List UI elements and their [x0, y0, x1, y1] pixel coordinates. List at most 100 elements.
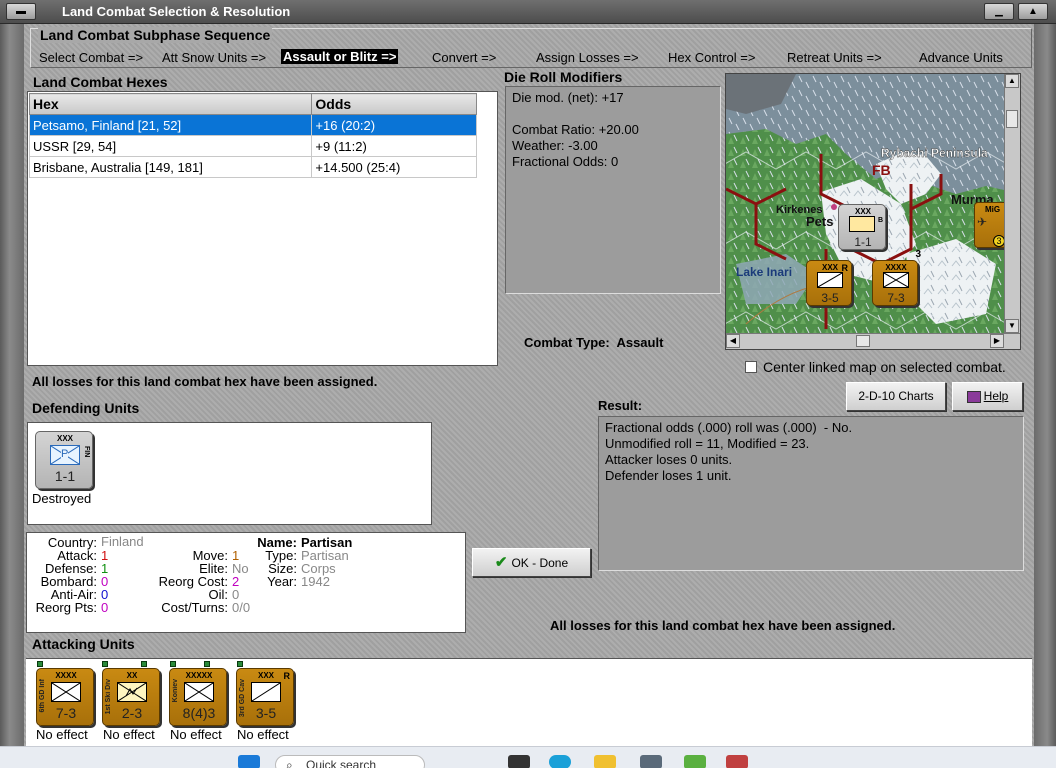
- result-line: Defender loses 1 unit.: [605, 468, 732, 483]
- fractional-odds: Fractional Odds: 0: [512, 154, 619, 169]
- reorg-pts-value: 0: [101, 600, 109, 615]
- odds-cell[interactable]: +14.500 (25:4): [311, 156, 477, 178]
- defending-units-label: Defending Units: [32, 400, 140, 416]
- attacker-counter[interactable]: XXX R 3rd GD Cav 3-5: [236, 668, 294, 726]
- counter-strength: 2-3: [121, 705, 143, 721]
- browser-icon[interactable]: [549, 755, 571, 768]
- map-counter-inf[interactable]: XXXX 7-3 3: [872, 249, 921, 306]
- help-button[interactable]: Help: [952, 382, 1023, 411]
- counter-strength: 3-5: [255, 705, 277, 721]
- map-label-fb: FB: [872, 162, 891, 178]
- table-row[interactable]: Petsamo, Finland [21, 52] +16 (20:2): [28, 114, 477, 136]
- step-select-combat: Select Combat =>: [39, 50, 144, 65]
- map-counter-cav[interactable]: XXX R 3-5: [806, 260, 852, 306]
- infantry-icon: [883, 272, 909, 288]
- system-menu-button[interactable]: ▬: [6, 3, 36, 20]
- country-value: Finland: [101, 534, 144, 549]
- maximize-button[interactable]: ▲: [1018, 3, 1048, 20]
- die-roll-label: Die Roll Modifiers: [504, 69, 623, 85]
- hex-cell[interactable]: USSR [29, 54]: [28, 135, 313, 157]
- table-row[interactable]: USSR [29, 54] +9 (11:2): [28, 135, 477, 157]
- counter-strength: 1-1: [54, 468, 76, 484]
- window-frame-left: [0, 24, 24, 768]
- map-counter-defender[interactable]: XXX 1-1 B: [838, 204, 886, 250]
- weather-mod: Weather: -3.00: [512, 138, 598, 153]
- scroll-thumb[interactable]: [1006, 110, 1018, 128]
- center-map-label[interactable]: Center linked map on selected combat.: [763, 359, 1006, 375]
- counter-strength: 1-1: [854, 235, 872, 249]
- attacker-status: No effect: [170, 727, 222, 742]
- calculator-icon[interactable]: [640, 755, 662, 768]
- result-box: Fractional odds (.000) roll was (.000) -…: [598, 416, 1024, 571]
- combat-type: Combat Type: Assault: [524, 335, 664, 350]
- infantry-icon: [184, 682, 214, 702]
- result-line: Attacker loses 0 units.: [605, 452, 733, 467]
- taskbar-search[interactable]: ⌕ Quick search: [275, 755, 425, 768]
- linked-map[interactable]: Rybachi Peninsula FB Kirkenes Pets Murma…: [725, 73, 1021, 350]
- table-header: Hex Odds: [28, 93, 477, 115]
- minimize-button[interactable]: ▁: [984, 3, 1014, 20]
- title-bar: ▬ Land Combat Selection & Resolution ▁ ▲: [0, 0, 1056, 24]
- defender-status: Destroyed: [32, 491, 92, 506]
- fire-icon: [849, 216, 875, 232]
- map-vertical-scrollbar[interactable]: ▲ ▼: [1004, 74, 1020, 334]
- counter-badge: B: [877, 217, 883, 224]
- map-label-pets: Pets: [806, 214, 833, 229]
- unit-info-panel: Country: Finland Attack: 1 Defense: 1 Bo…: [26, 532, 466, 633]
- attacking-units-panel: XXXX 6th GD Inf 7-3 No effect XX 1st Ski…: [26, 658, 1032, 746]
- step-retreat-units: Retreat Units =>: [787, 50, 882, 65]
- attacker-counter[interactable]: XXXX 6th GD Inf 7-3: [36, 668, 94, 726]
- charts-button[interactable]: 2-D-10 Charts: [846, 382, 946, 411]
- attacking-units-label: Attacking Units: [32, 636, 135, 652]
- result-line: Unmodified roll = 11, Modified = 23.: [605, 436, 810, 451]
- attacker-counter[interactable]: XXXXX Koniev 8(4)3: [169, 668, 227, 726]
- unit-status-dot: [237, 661, 243, 667]
- plane-icon: ✈: [977, 215, 988, 229]
- year-value: 1942: [301, 574, 330, 589]
- partisan-letter: P: [61, 448, 69, 460]
- attacker-status: No effect: [237, 727, 289, 742]
- step-hex-control: Hex Control =>: [668, 50, 756, 65]
- hexes-list[interactable]: Hex Odds Petsamo, Finland [21, 52] +16 (…: [27, 91, 498, 366]
- losses-assigned-message: All losses for this land combat hex have…: [32, 374, 378, 389]
- map-horizontal-scrollbar[interactable]: ◀ ▶: [726, 333, 1020, 349]
- partisan-icon: P: [50, 445, 80, 465]
- unit-status-dot: [204, 661, 210, 667]
- counter-size: XXX: [854, 207, 871, 216]
- ok-done-label: OK - Done: [511, 556, 569, 570]
- unit-status-dot: [170, 661, 176, 667]
- notes-icon[interactable]: [684, 755, 706, 768]
- counter-badge: 3: [915, 249, 921, 260]
- odds-cell[interactable]: +9 (11:2): [311, 135, 477, 157]
- reorg-pts-label: Reorg Pts:: [35, 600, 97, 615]
- scroll-down-button[interactable]: ▼: [1005, 319, 1019, 333]
- game-icon[interactable]: [726, 755, 748, 768]
- air-label: MiG: [985, 205, 1001, 214]
- column-header-odds[interactable]: Odds: [311, 93, 477, 115]
- infantry-icon: [51, 682, 81, 702]
- start-icon[interactable]: [238, 755, 260, 768]
- scroll-thumb[interactable]: [856, 335, 870, 347]
- subphase-title: Land Combat Subphase Sequence: [38, 27, 273, 43]
- map-counter-air[interactable]: MiG ✈ 3: [974, 202, 1008, 248]
- map-label-lake: Lake Inari: [736, 265, 792, 279]
- search-icon: ⌕: [286, 758, 293, 768]
- task-view-icon[interactable]: [508, 755, 530, 768]
- scroll-left-button[interactable]: ◀: [726, 334, 740, 348]
- column-header-hex[interactable]: Hex: [28, 93, 313, 115]
- hex-cell[interactable]: Brisbane, Australia [149, 181]: [28, 156, 313, 178]
- nation-tag: FIN: [83, 446, 90, 458]
- hex-cell[interactable]: Petsamo, Finland [21, 52]: [28, 114, 313, 136]
- attacker-counter[interactable]: XX 1st Ski Div 2-3: [102, 668, 160, 726]
- table-row[interactable]: Brisbane, Australia [149, 181] +14.500 (…: [28, 156, 477, 178]
- map-label-rybachi: Rybachi Peninsula: [881, 146, 988, 160]
- scroll-up-button[interactable]: ▲: [1005, 74, 1019, 88]
- ok-done-button[interactable]: ✔ OK - Done: [472, 548, 591, 577]
- folder-icon[interactable]: [594, 755, 616, 768]
- center-map-checkbox[interactable]: [745, 361, 757, 373]
- checkmark-icon: ✔: [494, 554, 508, 571]
- year-label: Year:: [267, 574, 297, 589]
- scroll-right-button[interactable]: ▶: [990, 334, 1004, 348]
- odds-cell[interactable]: +16 (20:2): [311, 114, 477, 136]
- defender-counter[interactable]: XXX P FIN 1-1: [35, 431, 93, 489]
